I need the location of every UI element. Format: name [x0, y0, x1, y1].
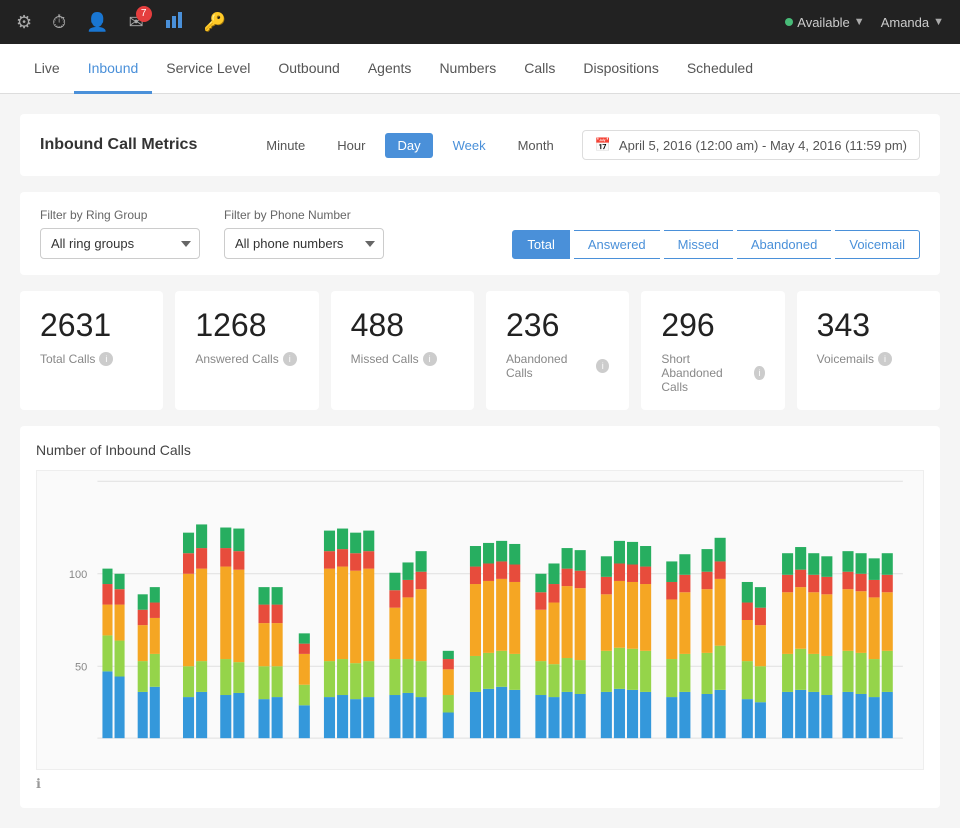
tab-inbound[interactable]: Inbound [74, 45, 153, 94]
key-icon[interactable]: 🔑 [204, 12, 226, 33]
filter-group: Filter by Ring Group All ring groups Fil… [40, 208, 384, 259]
tab-dispositions[interactable]: Dispositions [569, 45, 672, 94]
answered-calls-number: 1268 [195, 307, 298, 344]
view-btn-voicemail[interactable]: Voicemail [835, 230, 920, 259]
chart-container: 100 50 [36, 470, 924, 770]
chart-title: Number of Inbound Calls [36, 442, 924, 458]
short-abandoned-info[interactable]: i [754, 366, 764, 380]
tab-calls[interactable]: Calls [510, 45, 569, 94]
time-btn-month[interactable]: Month [506, 133, 566, 158]
date-range-text: April 5, 2016 (12:00 am) - May 4, 2016 (… [619, 138, 907, 153]
status-dot [785, 18, 793, 26]
mail-badge: 7 [136, 6, 152, 22]
stat-card-answered: 1268 Answered Calls i [175, 291, 318, 410]
ring-group-filter: Filter by Ring Group All ring groups [40, 208, 200, 259]
clock-icon[interactable]: ⏱ [52, 12, 66, 33]
ring-group-label: Filter by Ring Group [40, 208, 200, 222]
chart-icon[interactable] [164, 10, 184, 35]
stat-card-short-abandoned: 296 Short Abandoned Calls i [641, 291, 784, 410]
short-abandoned-label: Short Abandoned Calls i [661, 352, 764, 394]
time-btn-hour[interactable]: Hour [325, 133, 377, 158]
view-btn-missed[interactable]: Missed [664, 230, 733, 259]
stat-card-missed: 488 Missed Calls i [331, 291, 474, 410]
time-btn-day[interactable]: Day [385, 133, 432, 158]
calendar-icon: 📅 [595, 137, 611, 153]
phone-number-label: Filter by Phone Number [224, 208, 384, 222]
view-btn-answered[interactable]: Answered [574, 230, 660, 259]
short-abandoned-number: 296 [661, 307, 764, 344]
missed-calls-number: 488 [351, 307, 454, 344]
chart-info-icon[interactable]: ℹ [36, 776, 41, 791]
tab-service-level[interactable]: Service Level [152, 45, 264, 94]
tabbar: Live Inbound Service Level Outbound Agen… [0, 44, 960, 94]
voicemails-label: Voicemails i [817, 352, 920, 366]
chart-info: ℹ [36, 776, 924, 792]
phone-number-select[interactable]: All phone numbers [224, 228, 384, 259]
abandoned-calls-label: Abandoned Calls i [506, 352, 609, 380]
tab-outbound[interactable]: Outbound [264, 45, 354, 94]
abandoned-calls-info[interactable]: i [596, 359, 609, 373]
user-name: Amanda [881, 15, 929, 30]
metrics-title: Inbound Call Metrics [40, 136, 197, 154]
answered-calls-label: Answered Calls i [195, 352, 298, 366]
topbar: ⚙ ⏱ 👤 ✉ 7 🔑 Available ▼ Amanda ▼ [0, 0, 960, 44]
missed-calls-label: Missed Calls i [351, 352, 454, 366]
time-btn-minute[interactable]: Minute [254, 133, 317, 158]
view-toggle: Total Answered Missed Abandoned Voicemai… [512, 230, 920, 259]
stats-row: 2631 Total Calls i 1268 Answered Calls i… [20, 291, 940, 410]
view-btn-abandoned[interactable]: Abandoned [737, 230, 832, 259]
svg-text:50: 50 [75, 661, 87, 673]
bar-chart: 100 50 [37, 471, 923, 769]
answered-calls-info[interactable]: i [283, 352, 297, 366]
chart-area: Number of Inbound Calls 100 50 [20, 426, 940, 808]
stat-card-voicemails: 343 Voicemails i [797, 291, 940, 410]
phone-number-filter: Filter by Phone Number All phone numbers [224, 208, 384, 259]
status-label[interactable]: Available [797, 15, 850, 30]
user-chevron: ▼ [933, 16, 944, 28]
svg-text:100: 100 [69, 569, 87, 581]
stat-card-total: 2631 Total Calls i [20, 291, 163, 410]
user-icon[interactable]: 👤 [86, 12, 108, 33]
total-calls-info[interactable]: i [99, 352, 113, 366]
tab-agents[interactable]: Agents [354, 45, 426, 94]
topbar-right: Available ▼ Amanda ▼ [785, 15, 944, 30]
voicemails-info[interactable]: i [878, 352, 892, 366]
status-chevron: ▼ [854, 16, 865, 28]
total-calls-label: Total Calls i [40, 352, 143, 366]
missed-calls-info[interactable]: i [423, 352, 437, 366]
tab-live[interactable]: Live [20, 45, 74, 94]
tab-numbers[interactable]: Numbers [425, 45, 510, 94]
main-content: Inbound Call Metrics Minute Hour Day Wee… [0, 94, 960, 828]
status-indicator[interactable]: Available ▼ [785, 15, 864, 30]
date-range[interactable]: 📅 April 5, 2016 (12:00 am) - May 4, 2016… [582, 130, 920, 160]
settings-icon[interactable]: ⚙ [16, 12, 32, 33]
topbar-icons: ⚙ ⏱ 👤 ✉ 7 🔑 [16, 10, 226, 35]
ring-group-select[interactable]: All ring groups [40, 228, 200, 259]
tab-scheduled[interactable]: Scheduled [673, 45, 767, 94]
view-btn-total[interactable]: Total [512, 230, 569, 259]
voicemails-number: 343 [817, 307, 920, 344]
stat-card-abandoned: 236 Abandoned Calls i [486, 291, 629, 410]
metrics-header: Inbound Call Metrics Minute Hour Day Wee… [20, 114, 940, 176]
total-calls-number: 2631 [40, 307, 143, 344]
time-controls: Minute Hour Day Week Month [254, 133, 565, 158]
user-menu[interactable]: Amanda ▼ [881, 15, 944, 30]
filters-row: Filter by Ring Group All ring groups Fil… [20, 192, 940, 275]
time-btn-week[interactable]: Week [441, 133, 498, 158]
abandoned-calls-number: 236 [506, 307, 609, 344]
mail-icon[interactable]: ✉ 7 [129, 12, 144, 33]
